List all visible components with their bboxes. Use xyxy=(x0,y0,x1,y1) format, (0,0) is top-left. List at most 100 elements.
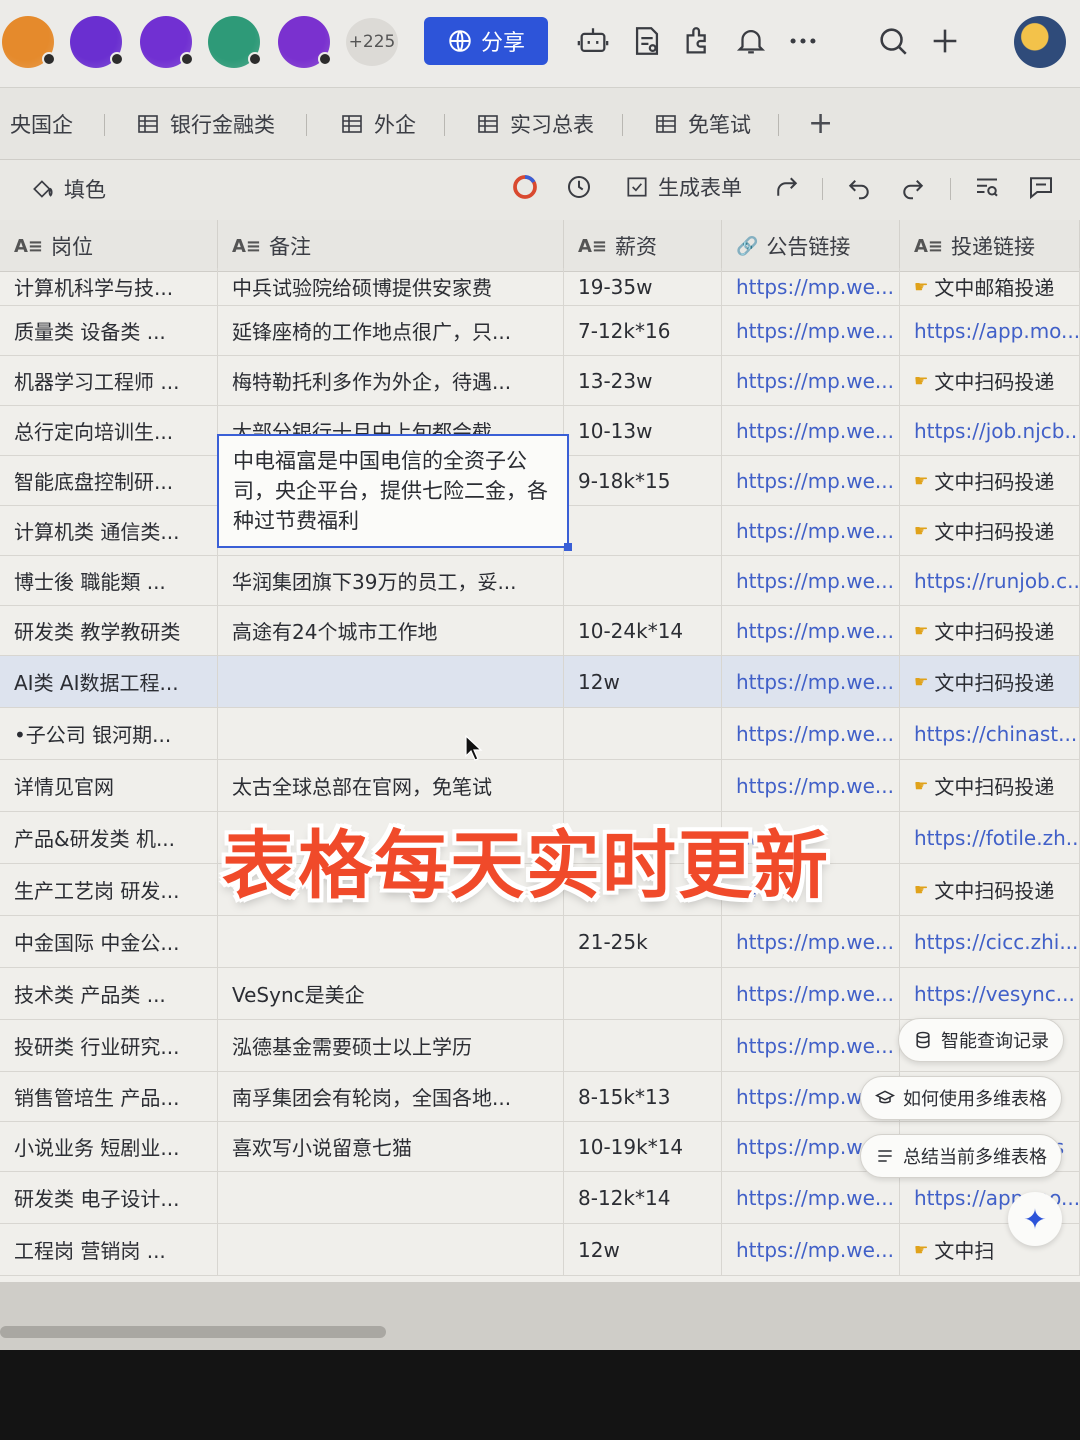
table-row[interactable]: 工程岗 营销岗 ... 12w https://mp.we... ☛ 文中扫 xyxy=(0,1224,1080,1276)
cell-apply-link[interactable]: https://runjob.c... xyxy=(900,556,1080,605)
cell-announcement-link[interactable]: https://mp.we... xyxy=(722,456,900,505)
cell-apply-link[interactable]: https://job.njcb... xyxy=(900,406,1080,455)
cell-apply-link[interactable]: ☛ 文中扫码投递 xyxy=(900,656,1080,707)
cell-salary[interactable]: 8-12k*14 xyxy=(564,1172,722,1223)
cell-notes[interactable] xyxy=(218,1224,564,1275)
table-row[interactable]: •子公司 银河期... https://mp.we... https://china… xyxy=(0,708,1080,760)
cell-announcement-link[interactable]: https://mp.we... xyxy=(722,1224,900,1275)
table-row[interactable]: 技术类 产品类 ... VeSync是美企 https://mp.we... http… xyxy=(0,968,1080,1020)
cell-position[interactable]: 智能底盘控制研... xyxy=(0,456,218,505)
cell-notes[interactable] xyxy=(218,1172,564,1223)
table-row[interactable]: 计算机科学与技... 中兵试验院给硕博提供安家费 19-35w https://mp.… xyxy=(0,268,1080,306)
user-avatar[interactable] xyxy=(1014,16,1066,68)
cell-salary[interactable]: 10-24k*14 xyxy=(564,606,722,655)
add-tab-button[interactable]: + xyxy=(808,106,833,141)
cell-salary[interactable]: 19-35w xyxy=(564,268,722,305)
cell-notes[interactable] xyxy=(218,916,564,967)
document-icon[interactable] xyxy=(630,24,664,58)
search-icon[interactable] xyxy=(876,24,910,58)
collaborator-avatar[interactable] xyxy=(70,16,124,68)
cell-position[interactable]: AI类 AI数据工程... xyxy=(0,656,218,707)
generate-form-button[interactable]: 生成表单 xyxy=(624,172,742,202)
cell-announcement-link[interactable]: https://mp.we... xyxy=(722,606,900,655)
cell-position[interactable]: 机器学习工程师 ... xyxy=(0,356,218,405)
cell-notes[interactable] xyxy=(218,656,564,707)
cell-apply-link[interactable]: https://fotile.zh... xyxy=(900,812,1080,863)
cell-salary[interactable]: 12w xyxy=(564,1224,722,1275)
cell-notes[interactable]: 南孚集团会有轮岗，全国各地... xyxy=(218,1072,564,1121)
cell-position[interactable]: 总行定向培训生... xyxy=(0,406,218,455)
fill-handle[interactable] xyxy=(564,543,572,551)
cell-apply-link[interactable]: ☛ 文中扫码投递 xyxy=(900,356,1080,405)
table-row[interactable]: 中金国际 中金公... 21-25k https://mp.we... https:/… xyxy=(0,916,1080,968)
cell-position[interactable]: 技术类 产品类 ... xyxy=(0,968,218,1019)
cell-salary[interactable]: 12w xyxy=(564,656,722,707)
tab-foreign[interactable]: 外企 xyxy=(340,108,416,140)
search-list-icon[interactable] xyxy=(972,172,1002,202)
column-header-notes[interactable]: A≡ 备注 xyxy=(218,220,564,272)
collaborator-count[interactable]: +225 xyxy=(346,18,398,66)
cell-apply-link[interactable]: https://vesync... xyxy=(900,968,1080,1019)
cell-apply-link[interactable]: https://cicc.zhi... xyxy=(900,916,1080,967)
cell-apply-link[interactable]: ☛ 文中扫码投递 xyxy=(900,864,1080,915)
cell-notes[interactable]: 延锋座椅的工作地点很广，只... xyxy=(218,306,564,355)
cell-position[interactable]: 中金国际 中金公... xyxy=(0,916,218,967)
cell-notes[interactable]: 高途有24个城市工作地 xyxy=(218,606,564,655)
cell-announcement-link[interactable]: https://mp.we... xyxy=(722,556,900,605)
cell-announcement-link[interactable]: https://mp.we... xyxy=(722,708,900,759)
cell-apply-link[interactable]: https://app.mo... xyxy=(900,306,1080,355)
cell-position[interactable]: 产品&研发类 机... xyxy=(0,812,218,863)
smart-query-button[interactable]: 智能查询记录 xyxy=(898,1018,1064,1062)
cell-announcement-link[interactable]: https://mp.we... xyxy=(722,760,900,811)
table-row[interactable]: 详情见官网 太古全球总部在官网，免笔试 https://mp.we... ☛ 文中扫码投… xyxy=(0,760,1080,812)
plus-icon[interactable] xyxy=(928,24,962,58)
redo-icon[interactable] xyxy=(898,172,928,202)
cell-salary[interactable] xyxy=(564,556,722,605)
robot-icon[interactable] xyxy=(576,24,610,58)
cell-position[interactable]: 计算机科学与技... xyxy=(0,268,218,305)
ai-assistant-button[interactable]: ✦ xyxy=(1008,1192,1062,1246)
table-row[interactable]: 研发类 教学教研类 高途有24个城市工作地 10-24k*14 https://mp.… xyxy=(0,606,1080,656)
cell-salary[interactable]: 9-18k*15 xyxy=(564,456,722,505)
cell-announcement-link[interactable]: https://mp.we... xyxy=(722,656,900,707)
cell-announcement-link[interactable]: https://mp.we... xyxy=(722,506,900,555)
cell-announcement-link[interactable]: https://mp.we... xyxy=(722,306,900,355)
cell-salary[interactable] xyxy=(564,506,722,555)
cell-announcement-link[interactable]: https://mp.we... xyxy=(722,1020,900,1071)
cell-apply-link[interactable]: ☛ 文中扫码投递 xyxy=(900,456,1080,505)
cell-position[interactable]: 详情见官网 xyxy=(0,760,218,811)
cell-salary[interactable]: 13-23w xyxy=(564,356,722,405)
cell-salary[interactable]: 10-13w xyxy=(564,406,722,455)
collaborator-avatar[interactable] xyxy=(278,16,332,68)
column-header-announcement-link[interactable]: 🔗 公告链接 xyxy=(722,220,900,272)
column-header-salary[interactable]: A≡ 薪资 xyxy=(564,220,722,272)
cell-position[interactable]: •子公司 银河期... xyxy=(0,708,218,759)
cell-position[interactable]: 研发类 教学教研类 xyxy=(0,606,218,655)
cell-position[interactable]: 工程岗 营销岗 ... xyxy=(0,1224,218,1275)
more-icon[interactable] xyxy=(786,24,820,58)
cell-announcement-link[interactable]: https://mp.we... xyxy=(722,268,900,305)
cell-apply-link[interactable]: ☛ 文中扫码投递 xyxy=(900,606,1080,655)
share-button[interactable]: 分享 xyxy=(424,17,548,65)
cell-position[interactable]: 销售管培生 产品... xyxy=(0,1072,218,1121)
cell-position[interactable]: 计算机类 通信类... xyxy=(0,506,218,555)
bell-icon[interactable] xyxy=(734,24,768,58)
cell-announcement-link[interactable]: https://mp.we... xyxy=(722,356,900,405)
cell-apply-link[interactable]: ☛ 文中邮箱投递 xyxy=(900,268,1080,305)
cell-notes[interactable]: 中兵试验院给硕博提供安家费 xyxy=(218,268,564,305)
cell-notes[interactable]: 梅特勒托利多作为外企，待遇... xyxy=(218,356,564,405)
table-row[interactable]: 质量类 设备类 ... 延锋座椅的工作地点很广，只... 7-12k*16 https… xyxy=(0,306,1080,356)
table-row[interactable]: 研发类 电子设计... 8-12k*14 https://mp.we... https… xyxy=(0,1172,1080,1224)
column-header-position[interactable]: A≡ 岗位 xyxy=(0,220,218,272)
history-icon[interactable] xyxy=(564,172,594,202)
collaborator-avatar[interactable] xyxy=(208,16,262,68)
cell-position[interactable]: 投研类 行业研究... xyxy=(0,1020,218,1071)
cell-apply-link[interactable]: https://chinast... xyxy=(900,708,1080,759)
cell-editor[interactable]: 中电福富是中国电信的全资子公司，央企平台，提供七险二金，各种过节费福利 xyxy=(217,434,572,551)
cell-notes[interactable]: 华润集团旗下39万的员工，妥... xyxy=(218,556,564,605)
comment-icon[interactable] xyxy=(1026,172,1056,202)
share-arrow-icon[interactable] xyxy=(772,172,802,202)
cell-salary[interactable]: 10-19k*14 xyxy=(564,1122,722,1171)
cell-position[interactable]: 生产工艺岗 研发... xyxy=(0,864,218,915)
cell-notes[interactable] xyxy=(218,708,564,759)
